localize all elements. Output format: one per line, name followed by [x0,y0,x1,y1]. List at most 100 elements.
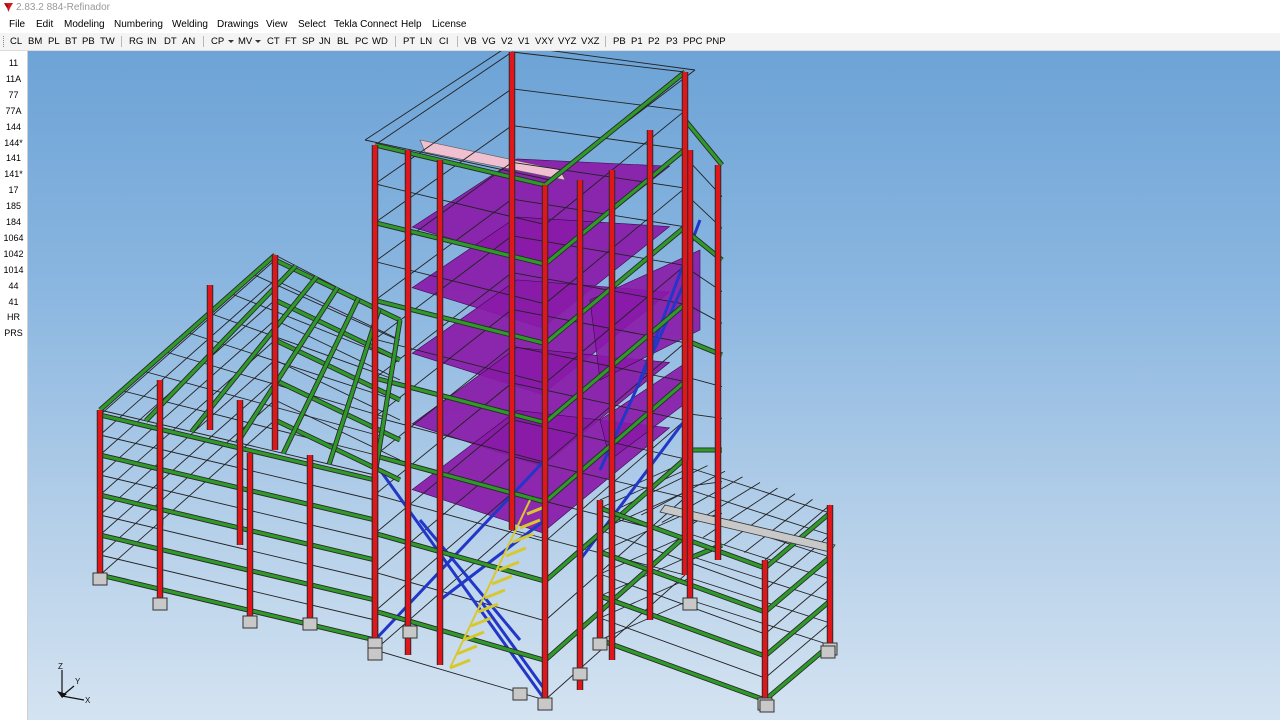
toolbar-button-vxy[interactable]: VXY [535,36,554,47]
toolbar-button-p2[interactable]: P2 [648,36,660,47]
toolbar-grip[interactable] [3,36,6,47]
side-button-44[interactable]: 44 [0,281,27,291]
beam [99,573,376,642]
side-button-144-star[interactable]: 144* [0,138,27,148]
menu-bar: File Edit Modeling Numbering Welding Drawings… [0,16,1280,33]
toolbar-button-ct[interactable]: CT [267,36,280,47]
toolbar-button-ln[interactable]: LN [420,36,432,47]
y-axis-label: Y [75,677,81,686]
toolbar-button-bm[interactable]: BM [28,36,42,47]
toolbar-button-ci[interactable]: CI [439,36,449,47]
menu-welding[interactable]: Welding [172,19,208,30]
side-button-11[interactable]: 11 [0,58,27,68]
side-button-141[interactable]: 141 [0,153,27,163]
footing [572,667,588,681]
beam [98,253,277,412]
footing [592,637,608,651]
stair-tread [491,574,513,586]
toolbar-button-dt[interactable]: DT [164,36,177,47]
side-button-1042[interactable]: 1042 [0,249,27,259]
side-button-41[interactable]: 41 [0,297,27,307]
toolbar-button-jn[interactable]: JN [319,36,331,47]
toolbar-button-an[interactable]: AN [182,36,195,47]
toolbar-button-cp[interactable]: CP [211,36,224,47]
frame-member [374,51,513,146]
dropdown-arrow-icon[interactable] [228,40,234,43]
toolbar-separator [457,36,458,47]
title-bar: 2.83.2 884-Refinador [0,0,1280,16]
footing [92,572,108,586]
menu-edit[interactable]: Edit [36,19,53,30]
toolbar-button-rg[interactable]: RG [129,36,143,47]
side-button-144[interactable]: 144 [0,122,27,132]
steel-structure-model [92,51,838,713]
toolbar-button-pl[interactable]: PL [48,36,60,47]
side-button-11a[interactable]: 11A [0,74,27,84]
x-axis-line [61,695,85,701]
footing [367,647,383,661]
side-button-1064[interactable]: 1064 [0,233,27,243]
footing [302,617,318,631]
menu-file[interactable]: File [9,19,25,30]
toolbar-button-ft[interactable]: FT [285,36,297,47]
side-button-prs[interactable]: PRS [0,328,27,338]
x-axis-label: X [85,696,91,705]
menu-tekla-connect[interactable]: Tekla Connect [334,19,397,30]
frame-member [364,51,502,141]
side-button-185[interactable]: 185 [0,201,27,211]
footing [512,687,528,701]
toolbar-button-vg[interactable]: VG [482,36,496,47]
toolbar-button-vb[interactable]: VB [464,36,477,47]
toolbar-button-bl[interactable]: BL [337,36,349,47]
toolbar-button-tw[interactable]: TW [100,36,115,47]
toolbar-button-vxz[interactable]: VXZ [581,36,599,47]
side-button-77a[interactable]: 77A [0,106,27,116]
side-toolbar: 11 11A 77 77A 144 144* 141 141* 17 185 184 1064 1042… [0,51,28,720]
menu-numbering[interactable]: Numbering [114,19,163,30]
side-button-1014[interactable]: 1014 [0,265,27,275]
toolbar-button-pb[interactable]: PB [82,36,95,47]
beam [763,555,832,614]
toolbar-button-v1[interactable]: V1 [518,36,530,47]
menu-license[interactable]: License [432,19,466,30]
toolbar-button-pc[interactable]: PC [355,36,368,47]
toolbar-button-in[interactable]: IN [147,36,157,47]
toolbar-separator [395,36,396,47]
frame-member [511,51,686,73]
toolbar-button-pb[interactable]: PB [613,36,626,47]
toolbar: CL BM PL BT PB TW RG IN DT AN CP MV CT FT SP JN BL PC WD PT… [0,33,1280,51]
brace [439,518,546,602]
menu-help[interactable]: Help [401,19,422,30]
toolbar-button-wd[interactable]: WD [372,36,388,47]
menu-view[interactable]: View [266,19,288,30]
side-button-hr[interactable]: HR [0,312,27,322]
frame-member [374,88,513,185]
3d-model-viewport[interactable]: Z Y X [28,51,1280,720]
toolbar-button-pt[interactable]: PT [403,36,415,47]
side-button-141-star[interactable]: 141* [0,169,27,179]
toolbar-button-pnp[interactable]: PNP [706,36,726,47]
toolbar-button-ppc[interactable]: PPC [683,36,703,47]
beam [763,599,832,658]
toolbar-separator [203,36,204,47]
toolbar-button-sp[interactable]: SP [302,36,315,47]
footing [820,645,836,659]
toolbar-button-p1[interactable]: P1 [631,36,643,47]
toolbar-button-cl[interactable]: CL [10,36,22,47]
side-button-17[interactable]: 17 [0,185,27,195]
toolbar-button-mv[interactable]: MV [238,36,252,47]
toolbar-button-bt[interactable]: BT [65,36,77,47]
menu-select[interactable]: Select [298,19,326,30]
toolbar-button-vyz[interactable]: VYZ [558,36,576,47]
toolbar-button-v2[interactable]: V2 [501,36,513,47]
footing [242,615,258,629]
menu-modeling[interactable]: Modeling [64,19,105,30]
menu-drawings[interactable]: Drawings [217,19,259,30]
dropdown-arrow-icon[interactable] [255,40,261,43]
side-button-77[interactable]: 77 [0,90,27,100]
toolbar-button-p3[interactable]: P3 [666,36,678,47]
stair-tread [484,588,506,600]
side-button-184[interactable]: 184 [0,217,27,227]
frame-member [511,125,686,150]
toolbar-separator [605,36,606,47]
